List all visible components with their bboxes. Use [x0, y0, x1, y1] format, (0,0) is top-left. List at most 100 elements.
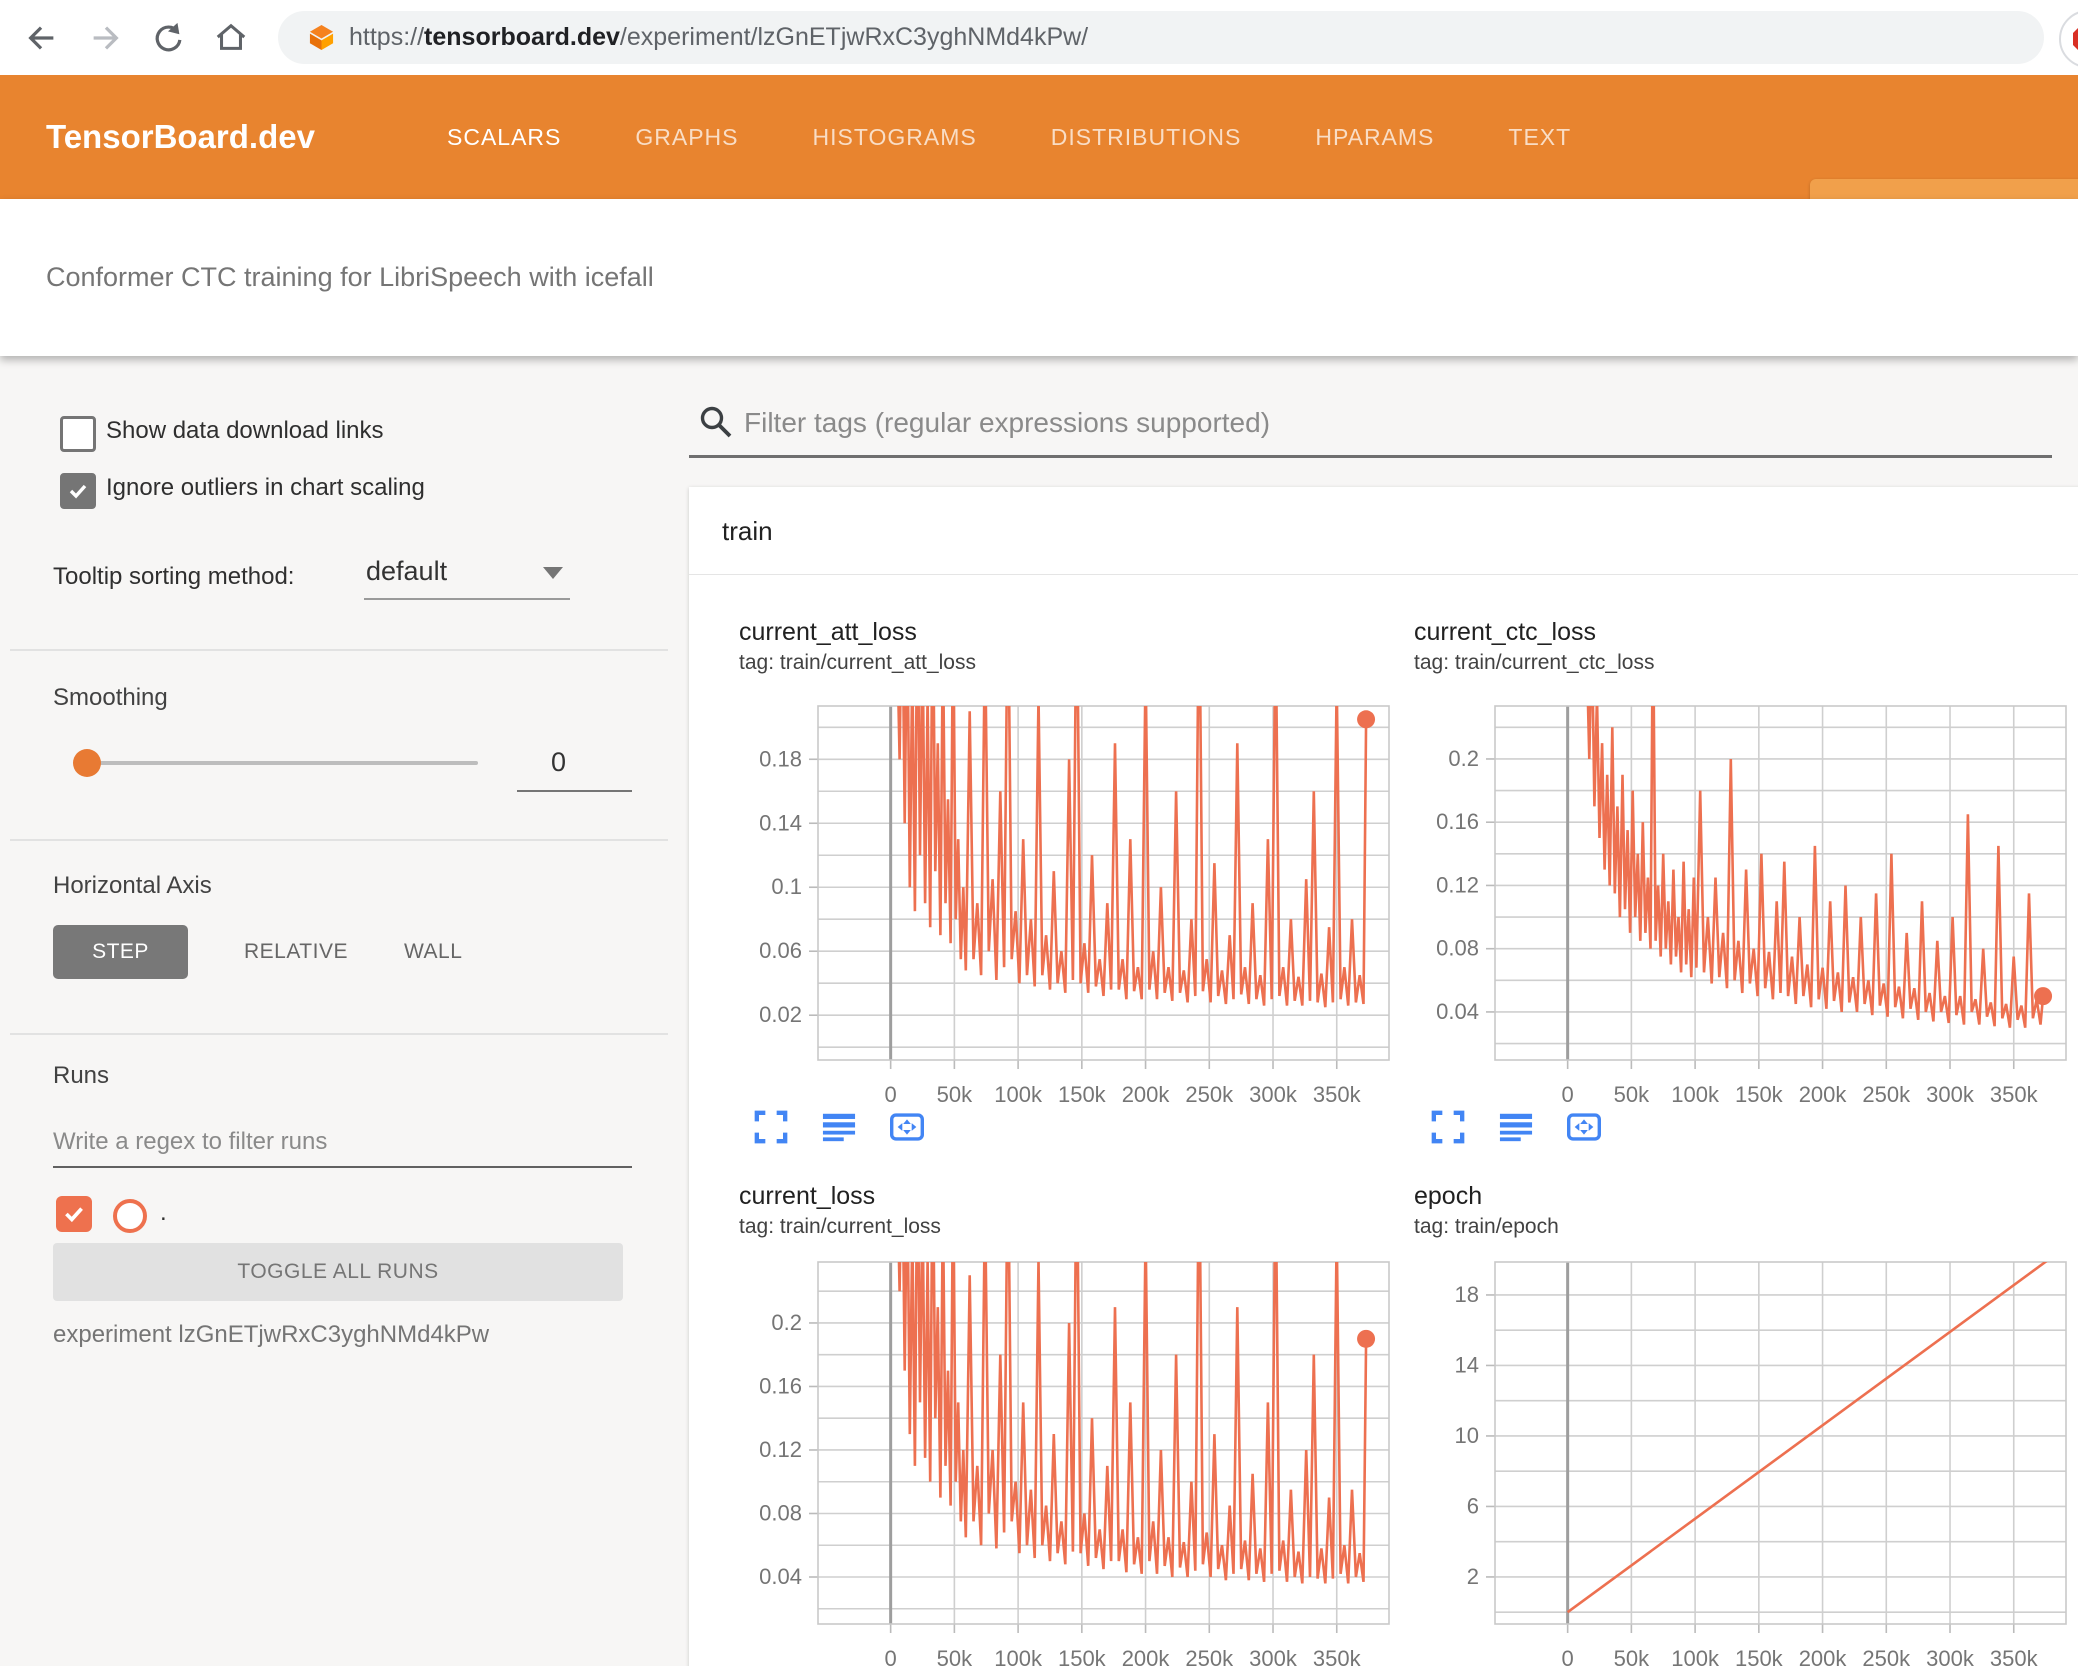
app-brand[interactable]: TensorBoard.dev: [46, 75, 315, 199]
axis-option-relative[interactable]: RELATIVE: [244, 940, 348, 964]
svg-text:250k: 250k: [1862, 1082, 1911, 1107]
smoothing-value-underline: [517, 790, 632, 792]
svg-text:150k: 150k: [1735, 1082, 1784, 1107]
chart-title-current_loss: current_loss: [739, 1182, 876, 1210]
svg-text:200k: 200k: [1122, 1082, 1171, 1107]
page: https://tensorboard.dev/experiment/lzGnE…: [0, 0, 2078, 1666]
svg-text:0.12: 0.12: [759, 1437, 802, 1462]
svg-text:0.08: 0.08: [1436, 936, 1479, 961]
tab-text[interactable]: TEXT: [1508, 124, 1571, 151]
url-text: https://tensorboard.dev/experiment/lzGnE…: [349, 23, 1088, 52]
chevron-down-icon[interactable]: [543, 567, 563, 579]
url-protocol: https://: [349, 23, 425, 51]
tab-histograms[interactable]: HISTOGRAMS: [813, 124, 977, 151]
toggle-all-runs-button[interactable]: TOGGLE ALL RUNS: [53, 1243, 623, 1301]
chart-plot-current_ctc_loss[interactable]: 0 50k 100k 150k 200k 250k 300k 350k 0.04 0.08 0.12…: [1395, 698, 2078, 1124]
extension-octagon-icon: [2073, 24, 2078, 54]
back-icon[interactable]: [24, 20, 60, 56]
experiment-title: Conformer CTC training for LibriSpeech w…: [46, 262, 654, 292]
run-checkbox[interactable]: [56, 1196, 92, 1232]
svg-text:250k: 250k: [1185, 1082, 1234, 1107]
ignore-outliers-checkbox[interactable]: [60, 473, 96, 509]
search-icon: [700, 406, 732, 438]
svg-text:10: 10: [1455, 1423, 1479, 1448]
tooltip-sorting-select[interactable]: default: [366, 556, 447, 587]
divider: [10, 1033, 668, 1035]
smoothing-slider[interactable]: [86, 761, 478, 765]
svg-text:100k: 100k: [994, 1082, 1043, 1107]
svg-text:0.06: 0.06: [759, 938, 802, 963]
experiment-title-band: Conformer CTC training for LibriSpeech w…: [0, 199, 2078, 356]
smoothing-value[interactable]: 0: [551, 747, 566, 778]
smoothing-slider-thumb[interactable]: [73, 749, 101, 777]
experiment-id-line: experiment lzGnETjwRxC3yghNMd4kPw: [53, 1321, 490, 1348]
svg-text:200k: 200k: [1799, 1082, 1848, 1107]
svg-text:200k: 200k: [1122, 1646, 1171, 1666]
svg-text:300k: 300k: [1926, 1082, 1975, 1107]
svg-text:250k: 250k: [1862, 1646, 1911, 1666]
browser-toolbar: https://tensorboard.dev/experiment/lzGnE…: [0, 0, 2078, 76]
svg-text:0.1: 0.1: [771, 874, 802, 899]
axis-option-wall[interactable]: WALL: [404, 940, 462, 964]
content: Show data download links Ignore outliers…: [0, 356, 2078, 1666]
svg-text:300k: 300k: [1249, 1646, 1298, 1666]
svg-text:0.04: 0.04: [1436, 999, 1479, 1024]
train-card-title[interactable]: train: [722, 516, 773, 547]
svg-text:2: 2: [1467, 1564, 1479, 1589]
runs-filter-underline: [53, 1166, 632, 1168]
svg-text:0.02: 0.02: [759, 1002, 802, 1027]
svg-text:0.08: 0.08: [759, 1500, 802, 1525]
chart-plot-current_loss[interactable]: 0 50k 100k 150k 200k 250k 300k 350k 0.04 0.08 0.12…: [718, 1254, 1419, 1666]
svg-text:0.12: 0.12: [1436, 872, 1479, 897]
chart-title-current_ctc_loss: current_ctc_loss: [1414, 618, 1597, 646]
svg-text:0.16: 0.16: [1436, 809, 1479, 834]
svg-text:50k: 50k: [1614, 1646, 1650, 1666]
svg-text:0.18: 0.18: [759, 746, 802, 771]
browser-extension-icon[interactable]: [2059, 10, 2078, 68]
svg-text:50k: 50k: [1614, 1082, 1650, 1107]
home-icon[interactable]: [213, 20, 249, 56]
svg-text:0: 0: [1562, 1082, 1574, 1107]
svg-text:50k: 50k: [937, 1082, 973, 1107]
forward-icon[interactable]: [87, 20, 123, 56]
chart-plot-epoch[interactable]: 0 50k 100k 150k 200k 250k 300k 350k 2 6 10 14 18: [1395, 1254, 2078, 1666]
card-header-divider: [689, 574, 2078, 575]
smoothing-label: Smoothing: [53, 684, 168, 711]
svg-text:0.14: 0.14: [759, 810, 802, 835]
divider: [10, 839, 668, 841]
svg-text:300k: 300k: [1926, 1646, 1975, 1666]
axis-option-step[interactable]: STEP: [53, 925, 188, 979]
svg-text:350k: 350k: [1313, 1082, 1362, 1107]
filter-tags-input[interactable]: Filter tags (regular expressions support…: [744, 407, 1270, 439]
tooltip-sorting-underline: [364, 598, 570, 600]
svg-text:200k: 200k: [1799, 1646, 1848, 1666]
reload-icon[interactable]: [150, 20, 186, 56]
checkmark-icon: [69, 484, 87, 499]
svg-text:250k: 250k: [1185, 1646, 1234, 1666]
svg-text:0.04: 0.04: [759, 1564, 802, 1589]
horizontal-axis-options: STEP RELATIVE WALL: [53, 925, 462, 979]
chart-title-epoch: epoch: [1414, 1182, 1483, 1210]
svg-text:18: 18: [1455, 1282, 1479, 1307]
horizontal-axis-label: Horizontal Axis: [53, 872, 212, 899]
show-download-label: Show data download links: [106, 417, 384, 444]
run-color-swatch[interactable]: [113, 1199, 147, 1233]
divider: [10, 649, 668, 651]
nav-tabs: SCALARS GRAPHS HISTOGRAMS DISTRIBUTIONS HPAR…: [447, 75, 1571, 199]
tab-scalars[interactable]: SCALARS: [447, 124, 561, 151]
chart-plot-current_att_loss[interactable]: 0 50k 100k 150k 200k 250k 300k 350k 0.02 0.06 0.1 0…: [718, 698, 1419, 1124]
svg-text:0: 0: [885, 1082, 897, 1107]
tab-distributions[interactable]: DISTRIBUTIONS: [1051, 124, 1242, 151]
svg-text:0: 0: [1562, 1646, 1574, 1666]
tensorboard-favicon-icon: [309, 24, 334, 51]
svg-text:350k: 350k: [1990, 1082, 2039, 1107]
runs-filter-input[interactable]: Write a regex to filter runs: [53, 1128, 327, 1156]
tab-graphs[interactable]: GRAPHS: [635, 124, 738, 151]
url-host: tensorboard.dev: [424, 23, 620, 51]
tab-hparams[interactable]: HPARAMS: [1315, 124, 1434, 151]
ignore-outliers-label: Ignore outliers in chart scaling: [106, 474, 425, 501]
url-bar[interactable]: https://tensorboard.dev/experiment/lzGnE…: [278, 11, 2044, 64]
run-name: .: [160, 1199, 167, 1226]
show-download-checkbox[interactable]: [60, 416, 96, 452]
svg-text:0: 0: [885, 1646, 897, 1666]
